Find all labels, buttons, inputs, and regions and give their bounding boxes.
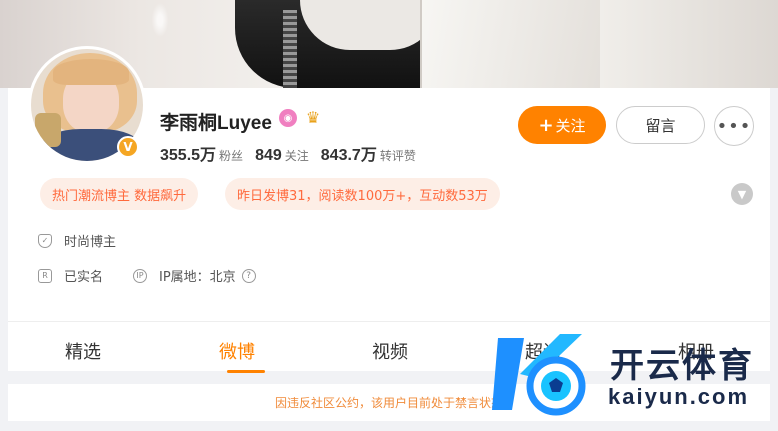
tab-weibo[interactable]: 微博 [219,338,255,364]
stats-tag[interactable]: 昨日发博31，阅读数100万+，互动数53万 [225,178,500,210]
profile-name: 李雨桐Luyee [160,113,272,134]
stat-followers[interactable]: 355.5万 粉丝 [160,141,245,165]
watermark-brand: 开云体育 [610,346,754,386]
more-icon[interactable]: ••• [714,106,754,146]
tab-featured[interactable]: 精选 [65,338,101,364]
follow-button[interactable]: + 关注 [518,106,606,144]
realname-info: R 已实名 [38,266,103,285]
tab-video[interactable]: 视频 [372,338,408,364]
verified-v-icon: V [117,136,139,158]
shield-icon: ✓ [38,233,52,248]
message-button[interactable]: 留言 [616,106,705,144]
plus-icon: + [538,114,554,136]
stat-following[interactable]: 849 关注 [255,145,311,165]
active-tab-indicator [227,370,265,373]
ip-icon: IP [133,268,147,283]
pink-circle-icon[interactable]: ◉ [279,109,297,127]
help-icon[interactable]: ? [241,268,256,283]
ip-location-info: IP IP属地：北京 ? [133,266,256,285]
id-card-icon: R [38,268,52,283]
watermark-logo: 开云体育 kaiyun.com [490,328,772,420]
category-info: ✓ 时尚博主 [38,231,116,250]
stat-interactions[interactable]: 843.7万 转评赞 [321,141,418,165]
hot-tag[interactable]: 热门潮流博主 数据飙升 [40,178,199,210]
chevron-down-icon[interactable]: ▼ [731,183,753,205]
watermark-url: kaiyun.com [608,384,750,409]
profile-stats: 355.5万 粉丝 849 关注 843.7万 转评赞 [160,141,418,165]
crown-icon[interactable]: ♛ [302,108,324,128]
kaiyun-logo-icon [492,334,586,416]
